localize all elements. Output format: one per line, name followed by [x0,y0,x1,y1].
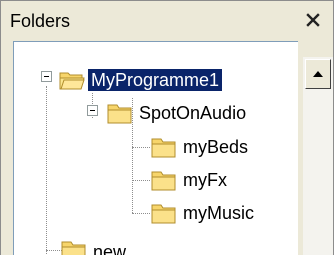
collapse-toggle-myprogramme1[interactable] [41,71,52,82]
tree-line [132,147,150,148]
tree-node-new[interactable]: new [90,241,129,255]
tree-line [132,213,150,214]
scroll-up-arrow-icon [313,71,323,77]
folder-icon [61,241,86,255]
tree-node-myfx[interactable]: myFx [180,169,230,191]
vertical-scrollbar[interactable] [303,57,333,255]
folder-icon [107,104,132,124]
tree-node-mymusic[interactable]: myMusic [180,202,257,224]
folder-open-icon [59,72,85,90]
tree-node-mybeds[interactable]: myBeds [180,136,251,158]
tree-node-spotonaudio[interactable]: SpotOnAudio [136,102,249,124]
tree-line [132,180,150,181]
folder-icon [151,138,176,158]
folders-pane: Folders MyProgramme1 SpotOnAudio myBeds … [0,0,334,255]
folder-tree[interactable]: MyProgramme1 SpotOnAudio myBeds myFx myM… [13,41,298,255]
close-button[interactable] [302,8,324,32]
pane-title: Folders [10,11,71,31]
tree-node-myprogramme1[interactable]: MyProgramme1 [86,68,224,92]
folder-icon [151,171,176,191]
folders-pane-header: Folders [1,1,333,41]
scroll-up-button[interactable] [305,59,331,89]
close-icon [306,13,320,27]
collapse-toggle-spotonaudio[interactable] [87,105,98,116]
tree-line [46,86,47,255]
folder-icon [151,204,176,224]
